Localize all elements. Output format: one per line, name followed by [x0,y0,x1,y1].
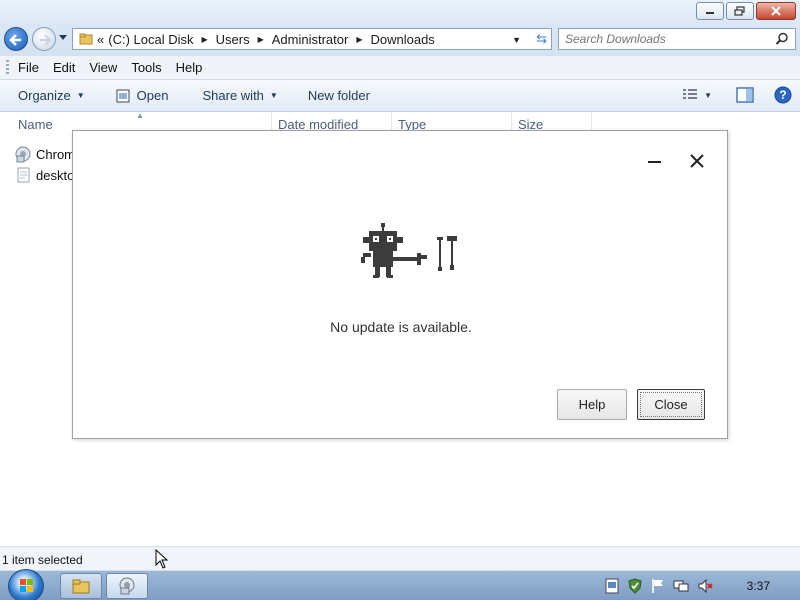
recent-pages-dropdown[interactable] [58,34,68,42]
folder-icon [79,33,93,45]
back-arrow-icon [9,34,21,46]
setup-app-icon [119,577,135,595]
svg-text:?: ? [779,88,786,102]
status-text: 1 item selected [2,553,83,567]
address-history-dropdown-icon[interactable]: ▼ [512,35,521,45]
search-box[interactable] [558,28,796,50]
breadcrumb-local-disk[interactable]: (C:) Local Disk [108,32,193,47]
clock[interactable]: 3:37 [747,579,770,593]
folder-icon [72,579,90,594]
menu-edit[interactable]: Edit [53,60,75,75]
setup-file-icon [15,146,31,163]
share-with-label: Share with [202,88,264,103]
forward-arrow-icon [40,34,52,46]
volume-muted-icon[interactable] [697,578,713,594]
help-icon[interactable]: ? [774,86,792,104]
view-controls: ▼ ? [682,86,792,104]
forward-button[interactable] [32,27,56,51]
taskbar-setup-button[interactable] [106,573,148,599]
sort-ascending-icon: ▲ [136,111,144,120]
minimize-window-button[interactable] [696,2,724,20]
security-shield-icon[interactable] [627,578,643,594]
chevron-down-icon: ▼ [269,91,278,100]
settings-file-icon [17,167,30,183]
window-controls [696,2,796,20]
close-icon [771,6,781,16]
update-dialog: No update is available. Help Close [72,130,728,439]
organize-button[interactable]: Organize ▼ [0,80,95,111]
back-button[interactable] [4,27,28,51]
menu-bar: File Edit View Tools Help [0,56,800,80]
new-folder-button[interactable]: New folder [288,80,380,111]
close-window-button[interactable] [756,2,796,20]
file-row[interactable]: Chrom [14,144,75,164]
breadcrumb-separator-icon[interactable]: ▶ [258,35,264,44]
taskbar-explorer-button[interactable] [60,573,102,599]
open-label: Open [136,88,169,103]
network-icon[interactable] [673,578,689,594]
taskbar: 3:37 [0,569,800,600]
dialog-close-button[interactable] [689,153,705,169]
update-status-message: No update is available. [330,319,472,335]
dialog-minimize-button[interactable] [647,153,663,169]
breadcrumb-separator-icon[interactable]: ▶ [201,35,207,44]
search-input[interactable] [565,32,765,46]
share-with-button[interactable]: Share with ▼ [178,80,287,111]
breadcrumb-administrator[interactable]: Administrator [272,32,349,47]
broken-robot-icon [361,223,457,278]
file-name: deskto [36,167,75,183]
maximize-window-button[interactable] [726,2,754,20]
command-bar: Organize ▼ Open Share with ▼ New folder … [0,80,800,112]
help-button[interactable]: Help [557,389,627,420]
windows-logo-icon [20,579,33,592]
open-button[interactable]: Open [95,80,179,111]
organize-label: Organize [18,88,71,103]
menu-file[interactable]: File [18,60,39,75]
file-row[interactable]: deskto [14,165,74,185]
menu-grip [6,60,9,76]
restore-icon [734,6,745,16]
chevron-down-icon: ▼ [76,91,85,100]
menu-view[interactable]: View [89,60,117,75]
explorer-titlebar [0,0,800,24]
status-bar: 1 item selected [0,546,800,570]
mouse-cursor-icon [155,549,169,569]
column-name[interactable]: Name [18,117,53,132]
menu-help[interactable]: Help [176,60,203,75]
close-button[interactable]: Close [637,389,705,420]
tools-icon [437,236,457,271]
menu-tools[interactable]: Tools [131,60,161,75]
search-icon[interactable] [775,32,789,46]
close-icon [690,154,704,168]
breadcrumb-separator-icon[interactable]: ▶ [356,35,362,44]
preview-pane-icon[interactable] [736,87,754,103]
breadcrumb-users[interactable]: Users [216,32,250,47]
address-overflow[interactable]: « [97,32,104,47]
open-file-icon [116,89,130,102]
system-tray: 3:37 [605,571,800,600]
breadcrumb-downloads[interactable]: Downloads [370,32,434,47]
document-icon[interactable] [605,578,619,594]
refresh-icon[interactable]: ⇆ [536,31,547,47]
action-center-flag-icon[interactable] [651,578,665,594]
file-name: Chrom [36,146,76,162]
address-row: « (C:) Local Disk ▶ Users ▶ Administrato… [0,24,800,56]
views-dropdown-icon[interactable]: ▼ [704,91,712,100]
minimize-icon [706,12,714,14]
address-bar[interactable]: « (C:) Local Disk ▶ Users ▶ Administrato… [72,28,552,50]
start-button[interactable] [8,569,44,600]
new-folder-label: New folder [307,88,370,103]
views-icon[interactable] [682,88,698,102]
